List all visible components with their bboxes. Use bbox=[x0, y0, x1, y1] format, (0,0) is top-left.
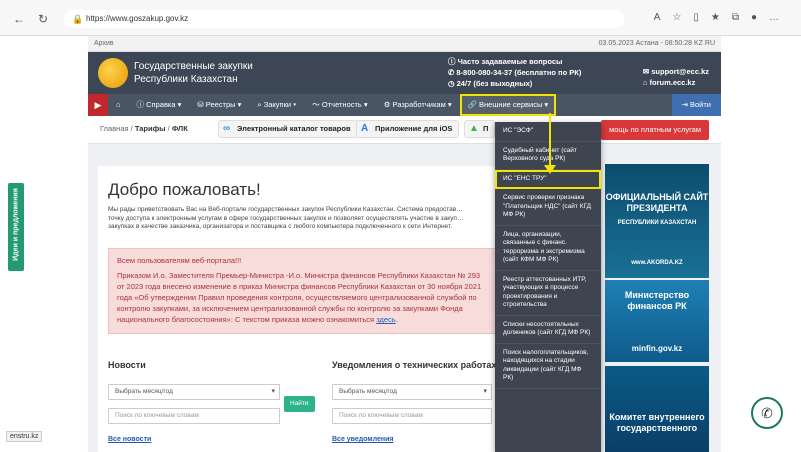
banners: ОФИЦИАЛЬНЫЙ САЙТ ПРЕЗИДЕНТА РЕСПУБЛИКИ К… bbox=[605, 164, 709, 452]
more-icon[interactable]: … bbox=[769, 12, 779, 23]
site-header: Государственные закупки Республики Казах… bbox=[88, 52, 721, 94]
tech-month-select[interactable]: Выбрать месяц/год ▾ bbox=[332, 384, 492, 400]
phone-text: ✆ 8-800-080-34-37 (бесплатно по РК) bbox=[448, 68, 582, 77]
annotation-arrow-head bbox=[544, 165, 556, 174]
collections-icon[interactable]: ⧉ bbox=[732, 12, 739, 23]
phone-icon[interactable]: ✆ bbox=[751, 397, 783, 429]
site-logo[interactable] bbox=[98, 58, 128, 88]
dd-vat-check[interactable]: Сервис проверки признака "Плательщик НДС… bbox=[495, 189, 601, 226]
android-app-button[interactable]: ▲ П bbox=[464, 120, 496, 138]
menu-purchases[interactable]: ⌕ Закупки ▾ bbox=[249, 94, 304, 116]
split-screen-icon[interactable]: ▯ bbox=[693, 12, 699, 23]
banner-sub: РЕСПУБЛИКИ КАЗАХСТАН bbox=[617, 220, 697, 226]
all-news-link[interactable]: Все новости bbox=[108, 436, 151, 443]
notice-link[interactable]: здесь bbox=[376, 315, 395, 324]
sub-bar: Главная / Тарифы / ФЛК ∞ Электронный ката… bbox=[88, 116, 721, 144]
menu-help[interactable]: ⓘ Справка ▾ bbox=[129, 94, 190, 116]
brand-line-1: Государственные закупки bbox=[134, 61, 253, 72]
refresh-icon[interactable]: ↻ bbox=[36, 12, 50, 26]
lock-icon: 🔒 bbox=[72, 14, 84, 24]
dd-terrorism-list[interactable]: Лица, организации, связанные с финанс. т… bbox=[495, 226, 601, 271]
home-menu-icon[interactable]: ⌂ bbox=[108, 94, 129, 116]
tech-title: Уведомления о технических работах bbox=[332, 360, 497, 370]
dd-engineers-registry[interactable]: Реестр аттестованных ИТР, участвующих в … bbox=[495, 271, 601, 316]
menu-developers[interactable]: ⚙ Разработчикам ▾ bbox=[376, 94, 460, 116]
address-bar[interactable]: 🔒 https://www.goszakup.gov.kz bbox=[64, 10, 624, 28]
notice-title: Всем пользователям веб-портала!!! bbox=[117, 256, 242, 265]
read-aloud-icon[interactable]: A bbox=[654, 12, 661, 23]
chevron-down-icon: ▾ bbox=[483, 388, 487, 395]
main-menu: ▶ ⌂ ⓘ Справка ▾ ⛁ Реестры ▾ ⌕ Закупки ▾ … bbox=[88, 94, 721, 116]
browser-actions: A ☆ ▯ ★ ⧉ ● … bbox=[654, 12, 779, 23]
dd-liquidation-search[interactable]: Поиск налогоплательщиков, находящихся на… bbox=[495, 344, 601, 389]
intro-text: Мы рады приветствовать Вас на Веб-портал… bbox=[108, 206, 464, 230]
archive-link[interactable]: Архив bbox=[94, 36, 114, 51]
ideas-tab[interactable]: Идеи и предложения bbox=[8, 183, 24, 271]
breadcrumb: Главная / Тарифы / ФЛК bbox=[100, 124, 188, 133]
notice-box: Всем пользователям веб-портала!!! Приказ… bbox=[108, 248, 498, 334]
faq-link[interactable]: ⓘ Часто задаваемые вопросы bbox=[448, 56, 581, 67]
site-brand[interactable]: Государственные закупки Республики Казах… bbox=[134, 60, 253, 86]
news-search-input[interactable]: Поиск по ключевым словам bbox=[108, 408, 280, 424]
menu-external-services[interactable]: 🔗 Внешние сервисы ▾ bbox=[459, 94, 557, 116]
dd-insolvent-list[interactable]: Списки несостоятельных должников (сайт К… bbox=[495, 316, 601, 344]
back-icon[interactable]: ← bbox=[12, 12, 26, 26]
banner-title: Министерство финансов РК bbox=[624, 290, 690, 311]
profile-icon[interactable]: ● bbox=[751, 12, 757, 23]
chevron-down-icon: ▾ bbox=[271, 388, 275, 395]
banner-url: minfin.gov.kz bbox=[631, 344, 683, 353]
committee-banner[interactable]: Комитет внутреннего государственного bbox=[605, 366, 709, 452]
menu-reports[interactable]: 〜 Отчетность ▾ bbox=[304, 94, 375, 116]
paid-help-button[interactable]: мощь по платным услугам bbox=[601, 120, 709, 140]
catalog-icon: ∞ bbox=[223, 123, 231, 134]
top-strip: Архив 03.05.2023 Астана - 08:50:28 KZ RU bbox=[88, 36, 721, 52]
catalog-button[interactable]: ∞ Электронный каталог товаров bbox=[218, 120, 358, 138]
login-button[interactable]: ⇥ Войти bbox=[671, 94, 721, 116]
menu-registries[interactable]: ⛁ Реестры ▾ bbox=[189, 94, 249, 116]
hours-text: ◷ 24/7 (без выходных) bbox=[448, 79, 533, 88]
browser-toolbar: ← ↻ ⌂ 🔒 https://www.goszakup.gov.kz A ☆ … bbox=[0, 0, 801, 36]
tech-search-input[interactable]: Поиск по ключевым словам bbox=[332, 408, 492, 424]
page-title: Добро пожаловать! bbox=[108, 180, 261, 199]
crumb-flk[interactable]: ФЛК bbox=[172, 124, 188, 133]
status-url: enstru.kz bbox=[6, 431, 43, 442]
date-lang: 03.05.2023 Астана - 08:50:28 KZ RU bbox=[598, 40, 715, 47]
favorites-icon[interactable]: ★ bbox=[711, 12, 720, 23]
contacts: ⓘ Часто задаваемые вопросы ✆ 8-800-080-3… bbox=[448, 56, 581, 89]
contacts-right: ✉ support@ecc.kz ⌂ forum.ecc.kz bbox=[643, 66, 709, 88]
notice-body: Приказом И.о. Заместителя Премьер-Минист… bbox=[117, 271, 482, 324]
banner-url: www.AKORDA.KZ bbox=[631, 260, 683, 266]
dd-esf[interactable]: ИС "ЭСФ" bbox=[495, 122, 601, 142]
forum-link[interactable]: ⌂ forum.ecc.kz bbox=[643, 77, 709, 88]
app-store-icon: A bbox=[361, 123, 369, 134]
android-icon: ▲ bbox=[469, 123, 479, 134]
minfin-banner[interactable]: Министерство финансов РК minfin.gov.kz bbox=[605, 280, 709, 362]
page: Архив 03.05.2023 Астана - 08:50:28 KZ RU… bbox=[88, 36, 721, 452]
banner-title: ОФИЦИАЛЬНЫЙ САЙТ ПРЕЗИДЕНТА bbox=[605, 192, 709, 213]
banner-title: Комитет внутреннего государственного bbox=[609, 412, 705, 433]
ideas-tab-label: Идеи и предложения bbox=[12, 188, 20, 261]
news-title: Новости bbox=[108, 360, 146, 370]
crumb-tariffs[interactable]: Тарифы bbox=[135, 124, 166, 133]
find-button[interactable]: Найти bbox=[284, 396, 315, 412]
favorite-icon[interactable]: ☆ bbox=[672, 12, 681, 23]
ios-app-button[interactable]: A Приложение для iOS bbox=[356, 120, 460, 138]
brand-line-2: Республики Казахстан bbox=[134, 74, 238, 85]
president-banner[interactable]: ОФИЦИАЛЬНЫЙ САЙТ ПРЕЗИДЕНТА РЕСПУБЛИКИ К… bbox=[605, 164, 709, 278]
crumb-home[interactable]: Главная bbox=[100, 124, 129, 133]
url-text: https://www.goszakup.gov.kz bbox=[86, 14, 189, 23]
annotation-arrow bbox=[549, 113, 551, 169]
news-month-select[interactable]: Выбрать месяц/год ▾ bbox=[108, 384, 280, 400]
all-tech-link[interactable]: Все уведомления bbox=[332, 436, 393, 443]
email-link[interactable]: ✉ support@ecc.kz bbox=[643, 66, 709, 77]
youtube-icon[interactable]: ▶ bbox=[88, 94, 108, 116]
